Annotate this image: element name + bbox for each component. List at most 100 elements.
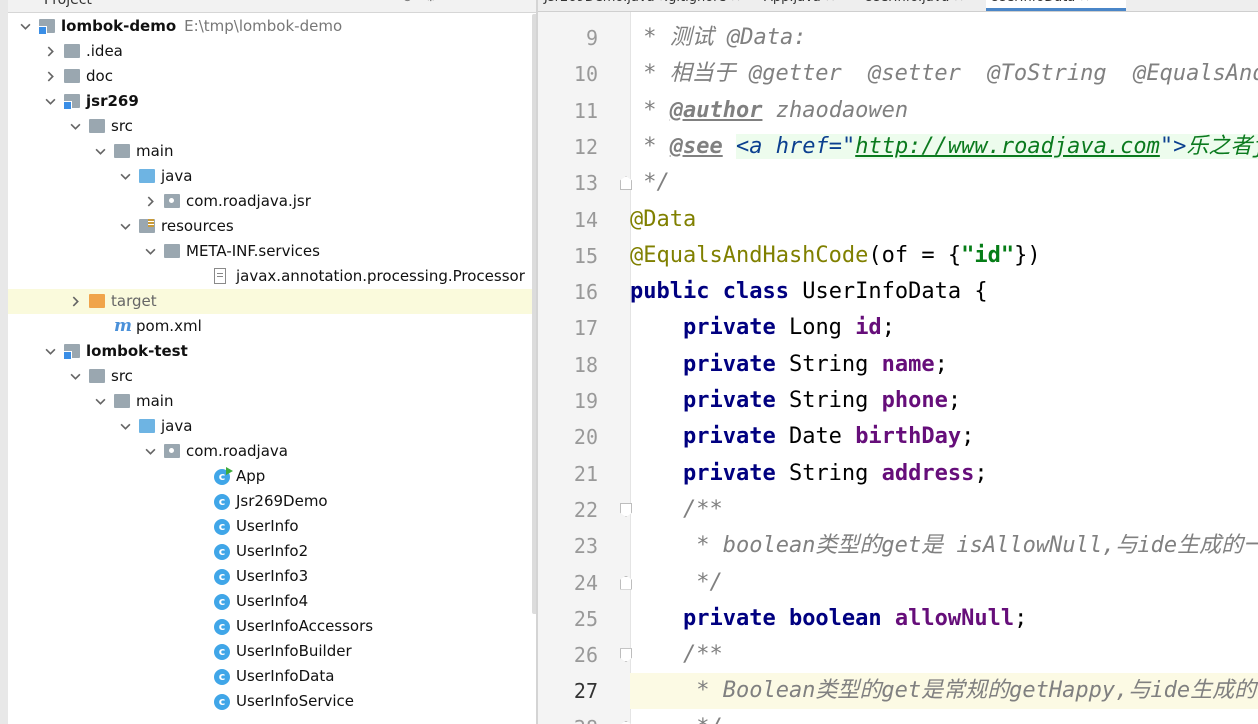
- chevron-right-icon[interactable]: [68, 289, 82, 316]
- tree-node[interactable]: c Jsr269Demo: [8, 489, 536, 514]
- code-line[interactable]: * 相当于 @getter @setter @ToString @EqualsA…: [630, 56, 1258, 92]
- chevron-down-icon[interactable]: [93, 389, 107, 416]
- tree-node[interactable]: src: [8, 114, 536, 139]
- tree-node[interactable]: jsr269: [8, 89, 536, 114]
- tree-node-text: UserInfo2: [236, 542, 309, 560]
- tree-node-text: src: [111, 117, 133, 135]
- folder-icon: [89, 119, 105, 133]
- code-line[interactable]: /**: [630, 637, 1258, 673]
- class-icon: c: [214, 569, 230, 585]
- code-line[interactable]: @Data: [630, 202, 1258, 238]
- editor-tab-label: UserInfoData: [990, 0, 1075, 5]
- tree-node-label: UserInfo4: [236, 589, 308, 614]
- code-line[interactable]: /**: [630, 492, 1258, 528]
- editor-tab-bar: Jsr269Demo.java×.gitignore×App.java×User…: [538, 0, 1258, 12]
- tree-node[interactable]: .idea: [8, 39, 536, 64]
- code-token: Date: [775, 424, 856, 450]
- tree-node[interactable]: META-INF.services: [8, 239, 536, 264]
- tree-node-label: resources: [161, 214, 234, 239]
- chevron-down-icon[interactable]: [118, 164, 132, 191]
- code-line[interactable]: * 测试 @Data:: [630, 20, 1258, 56]
- code-line[interactable]: private boolean allowNull;: [630, 601, 1258, 637]
- code-token: (of = {: [868, 242, 962, 268]
- project-tool-window: Project ⊕⚙ lombok-demo E:\tmp\lombok-demo…: [8, 0, 536, 724]
- code-token: * 测试 @Data:: [630, 25, 807, 50]
- folder-icon: [64, 44, 80, 58]
- code-line[interactable]: */: [630, 165, 1258, 201]
- tab-close-icon[interactable]: ×: [825, 0, 836, 5]
- tree-node[interactable]: c UserInfo4: [8, 589, 536, 614]
- code-line[interactable]: */: [630, 710, 1258, 724]
- code-line[interactable]: * @author zhaodaowen: [630, 93, 1258, 129]
- chevron-down-icon[interactable]: [143, 239, 157, 266]
- code-line[interactable]: private String name;: [630, 347, 1258, 383]
- class-icon: c: [214, 644, 230, 660]
- code-line[interactable]: private Date birthDay;: [630, 419, 1258, 455]
- package-icon: [164, 444, 180, 458]
- chevron-down-icon[interactable]: [118, 414, 132, 441]
- code-line[interactable]: private String phone;: [630, 383, 1258, 419]
- tree-node-text: Jsr269Demo: [236, 492, 328, 510]
- line-number: 10: [573, 62, 598, 87]
- tree-node[interactable]: c UserInfoService: [8, 689, 536, 714]
- tree-node[interactable]: src: [8, 364, 536, 389]
- tree-node[interactable]: c UserInfoBuilder: [8, 639, 536, 664]
- tree-node[interactable]: c UserInfo: [8, 514, 536, 539]
- line-number: 14: [573, 207, 598, 232]
- code-line[interactable]: @EqualsAndHashCode(of = {"id"}): [630, 238, 1258, 274]
- chevron-down-icon[interactable]: [43, 339, 57, 366]
- tree-node[interactable]: lombok-demo E:\tmp\lombok-demo: [8, 14, 536, 39]
- tree-node[interactable]: main: [8, 389, 536, 414]
- code-line[interactable]: * boolean类型的get是 isAllowNull,与ide生成的一致: [630, 528, 1258, 564]
- tree-node[interactable]: javax.annotation.processing.Processor: [8, 264, 536, 289]
- tab-close-icon[interactable]: ×: [730, 0, 741, 5]
- tree-node[interactable]: main: [8, 139, 536, 164]
- editor-tab[interactable]: App.java ×: [760, 0, 862, 11]
- tree-node-label: java: [161, 164, 192, 189]
- tree-node[interactable]: c UserInfoData: [8, 664, 536, 689]
- tree-node[interactable]: com.roadjava.jsr: [8, 189, 536, 214]
- chevron-down-icon[interactable]: [68, 364, 82, 391]
- chevron-down-icon[interactable]: [68, 114, 82, 141]
- tree-node-label: main: [136, 139, 173, 164]
- tree-node[interactable]: target: [8, 289, 536, 314]
- tab-close-icon[interactable]: ×: [953, 0, 964, 5]
- tree-node[interactable]: lombok-test: [8, 339, 536, 364]
- code-line[interactable]: private String address;: [630, 456, 1258, 492]
- tree-node[interactable]: m pom.xml: [8, 314, 536, 339]
- tree-node[interactable]: doc: [8, 64, 536, 89]
- code-token: ;: [881, 315, 895, 341]
- tree-node[interactable]: resources: [8, 214, 536, 239]
- tree-node[interactable]: c UserInfo2: [8, 539, 536, 564]
- chevron-down-icon[interactable]: [43, 89, 57, 116]
- tree-node[interactable]: java: [8, 414, 536, 439]
- code-line[interactable]: public class UserInfoData {: [630, 274, 1258, 310]
- tree-node[interactable]: c UserInfoAccessors: [8, 614, 536, 639]
- module-folder-icon: [38, 19, 55, 35]
- code-line[interactable]: */: [630, 565, 1258, 601]
- tree-node-text: com.roadjava: [186, 442, 288, 460]
- chevron-right-icon[interactable]: [43, 64, 57, 91]
- tree-node[interactable]: com.roadjava: [8, 439, 536, 464]
- tree-node-label: src: [111, 364, 133, 389]
- panel-header-icons[interactable]: ⊕⚙: [402, 0, 449, 5]
- code-line[interactable]: * @see <a href="http://www.roadjava.com"…: [630, 129, 1258, 165]
- editor-tab[interactable]: UserInfoData ×: [986, 0, 1126, 11]
- editor-tab[interactable]: UserInfo.java ×: [860, 0, 988, 11]
- chevron-right-icon[interactable]: [143, 189, 157, 216]
- maven-icon: m: [114, 316, 132, 336]
- tree-node[interactable]: c App: [8, 464, 536, 489]
- chevron-down-icon[interactable]: [118, 214, 132, 241]
- tab-close-icon[interactable]: ×: [1079, 0, 1090, 5]
- chevron-right-icon[interactable]: [43, 39, 57, 66]
- editor-tab[interactable]: .gitignore ×: [660, 0, 762, 11]
- editor-tab[interactable]: Jsr269Demo.java×: [540, 0, 669, 11]
- code-line[interactable]: private Long id;: [630, 310, 1258, 346]
- chevron-down-icon[interactable]: [93, 139, 107, 166]
- tree-node[interactable]: java: [8, 164, 536, 189]
- chevron-down-icon[interactable]: [18, 14, 32, 41]
- chevron-down-icon[interactable]: [143, 439, 157, 466]
- code-line[interactable]: * Boolean类型的get是常规的getHappy,与ide生成的一致: [630, 673, 1258, 710]
- tree-node[interactable]: c UserInfo3: [8, 564, 536, 589]
